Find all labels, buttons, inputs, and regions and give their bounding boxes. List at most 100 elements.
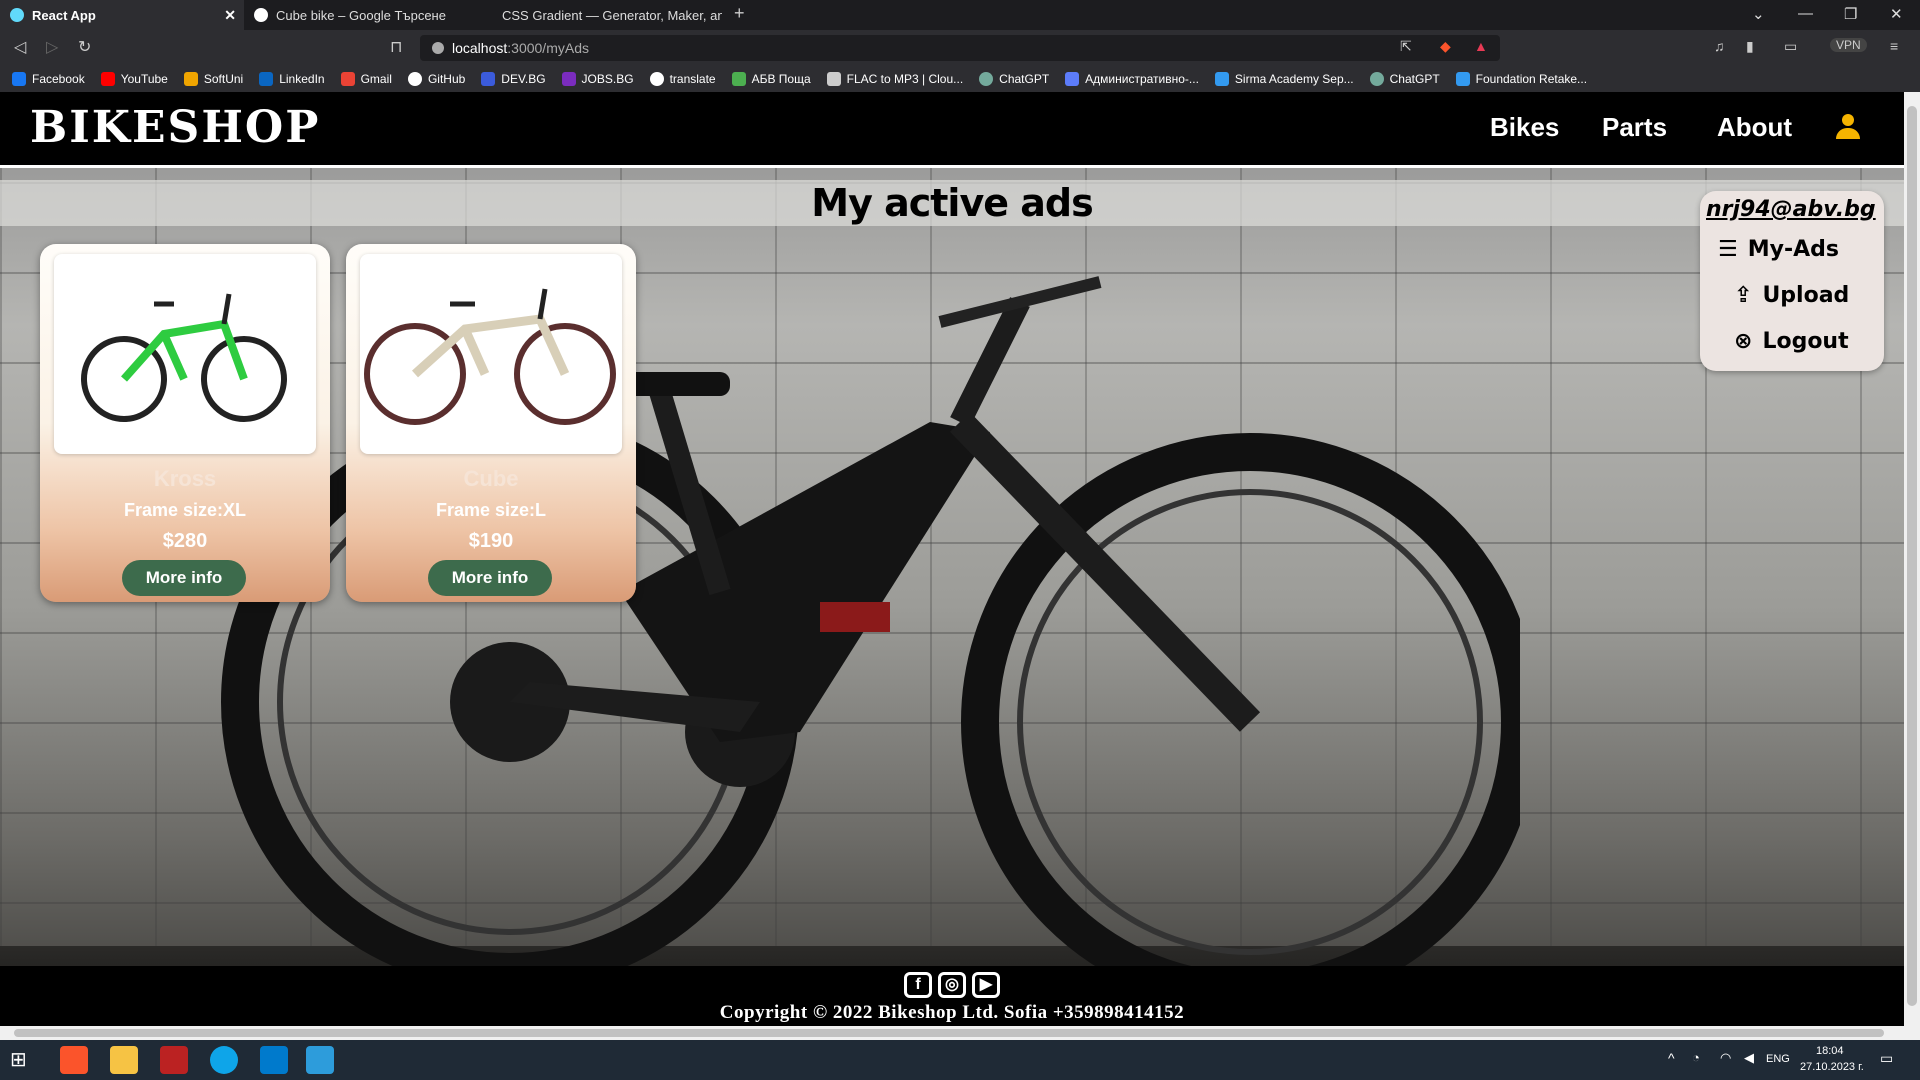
gmail-icon [340,72,355,86]
close-icon[interactable]: ✕ [224,7,236,24]
more-info-button[interactable]: More info [428,560,552,596]
brave-rewards-icon[interactable]: ▲ [1474,38,1488,54]
notification-icon[interactable]: ▭ [1880,1050,1893,1067]
bookmark-facebook[interactable]: Facebook [12,72,85,86]
vertical-scrollbar[interactable] [1904,92,1920,1026]
bookmark-foundation[interactable]: Foundation Retake... [1455,72,1587,86]
clock-date[interactable]: 27.10.2023 г. [1800,1061,1864,1073]
address-toolbar: ◁ ▷ ↻ ⊓ localhost:3000/myAds ⇱ ◆ ▲ ♫ ▮ ▭… [0,30,1920,66]
upload-icon: ⇪ [1734,283,1753,308]
brave-shield-icon[interactable]: ◆ [1440,38,1451,55]
user-icon-body [1836,128,1860,139]
volume-icon[interactable]: ◀ [1744,1050,1754,1066]
bookmark-label: LinkedIn [279,72,325,86]
vscode-icon[interactable] [260,1046,288,1074]
softuni-icon [183,72,198,86]
site-logo[interactable]: BIKESHOP [30,102,320,153]
sidebar-icon[interactable]: ▮ [1746,38,1754,55]
foundation-icon [1455,72,1470,86]
language-indicator[interactable]: ENG [1766,1053,1790,1065]
bookmark-label: ChatGPT [999,72,1050,86]
new-tab-icon[interactable]: + [734,3,745,24]
tab-css-gradient[interactable]: CSS Gradient — Generator, Maker, and [484,0,722,30]
nav-about[interactable]: About [1717,112,1792,143]
more-info-button[interactable]: More info [122,560,246,596]
bookmark-flac[interactable]: FLAC to MP3 | Clou... [826,72,963,86]
instagram-icon[interactable]: ◎ [938,972,966,998]
logout-icon: ⊗ [1734,329,1753,354]
bookmark-youtube[interactable]: YouTube [100,72,168,86]
tray-chevron-icon[interactable]: ^ [1668,1050,1675,1066]
scroll-thumb[interactable] [14,1029,1884,1037]
bookmark-translate[interactable]: translate [649,72,716,86]
app-icon[interactable] [160,1046,188,1074]
bookmark-icon[interactable]: ⊓ [390,37,402,57]
url-field[interactable]: localhost:3000/myAds [420,35,1500,61]
menu-item-logout[interactable]: ⊗ Logout [1734,329,1849,354]
bookmark-abv[interactable]: АБВ Поща [731,72,811,86]
edge-icon[interactable] [210,1046,238,1074]
bookmark-label: Facebook [32,72,85,86]
chatgpt-icon [1369,72,1384,86]
network-icon[interactable]: ◔ [1692,1050,1700,1065]
window-close-icon[interactable]: ✕ [1890,5,1903,23]
chevron-down-icon[interactable]: ⌄ [1752,5,1765,23]
site-info-icon[interactable] [432,42,444,54]
nav-bikes[interactable]: Bikes [1490,112,1559,143]
bookmark-chatgpt[interactable]: ChatGPT [979,72,1049,86]
bookmark-github[interactable]: GitHub [407,72,466,86]
back-icon[interactable]: ◁ [14,37,26,57]
tab-label: React App [32,7,96,23]
menu-icon[interactable]: ≡ [1890,38,1898,54]
user-icon[interactable] [1836,114,1860,140]
bookmark-softuni[interactable]: SoftUni [183,72,243,86]
user-dropdown-menu: nrj94@abv.bg ☰ My-Ads ⇪ Upload ⊗ Logout [1700,191,1884,371]
green-bike-illustration [81,293,287,422]
bookmark-linkedin[interactable]: LinkedIn [259,72,325,86]
bookmark-devbg[interactable]: DEV.BG [481,72,546,86]
bookmark-label: translate [669,72,716,86]
react-icon [10,8,24,22]
wifi-icon[interactable]: ◠ [1720,1050,1731,1066]
vpn-button[interactable]: VPN [1830,38,1867,52]
forward-icon[interactable]: ▷ [46,37,58,57]
bookmark-gmail[interactable]: Gmail [340,72,392,86]
brave-icon[interactable] [60,1046,88,1074]
windows-taskbar: ⊞ ^ ◔ ◠ ◀ ENG 18:04 27.10.2023 г. ▭ [0,1040,1920,1080]
menu-item-my-ads[interactable]: ☰ My-Ads [1718,237,1839,262]
list-icon: ☰ [1718,237,1738,262]
bookmark-label: Gmail [360,72,392,86]
bookmark-label: ChatGPT [1389,72,1440,86]
share-icon[interactable]: ⇱ [1400,38,1412,55]
bookmark-label: Административно-... [1085,72,1199,86]
bookmark-label: АБВ Поща [751,72,811,86]
minimize-icon[interactable]: — [1798,5,1813,22]
copyright-text: Copyright © 2022 Bikeshop Ltd. Sofia +35… [719,1002,1185,1023]
tab-react-app[interactable]: React App ✕ [0,0,244,30]
youtube-icon[interactable]: ▶ [972,972,1000,998]
bookmark-admin[interactable]: Административно-... [1065,72,1199,86]
wallet-icon[interactable]: ▭ [1784,38,1797,55]
devbg-icon [481,72,496,86]
facebook-icon[interactable]: f [904,972,932,998]
bookmark-label: GitHub [427,72,466,86]
clock-time[interactable]: 18:04 [1816,1045,1844,1057]
menu-item-upload[interactable]: ⇪ Upload [1734,283,1849,308]
scroll-thumb[interactable] [1907,106,1917,1006]
horizontal-scrollbar[interactable] [0,1026,1920,1040]
restore-icon[interactable]: ❐ [1844,5,1857,23]
app-icon[interactable] [306,1046,334,1074]
ad-frame-size: Frame size:XL [123,500,247,520]
bookmark-sirma[interactable]: Sirma Academy Sep... [1214,72,1354,86]
media-icon[interactable]: ♫ [1714,38,1725,54]
bookmark-label: JOBS.BG [581,72,634,86]
nav-parts[interactable]: Parts [1602,112,1667,143]
tab-label: Cube bike – Google Търсене [276,7,446,23]
windows-start-icon[interactable]: ⊞ [10,1046,38,1074]
file-explorer-icon[interactable] [110,1046,138,1074]
reload-icon[interactable]: ↻ [78,37,91,57]
bookmark-jobsbg[interactable]: JOBS.BG [561,72,634,86]
ad-frame-size: Frame size:L [435,500,547,520]
bookmark-chatgpt-2[interactable]: ChatGPT [1369,72,1440,86]
tab-google-search[interactable]: Cube bike – Google Търсене [244,0,482,30]
